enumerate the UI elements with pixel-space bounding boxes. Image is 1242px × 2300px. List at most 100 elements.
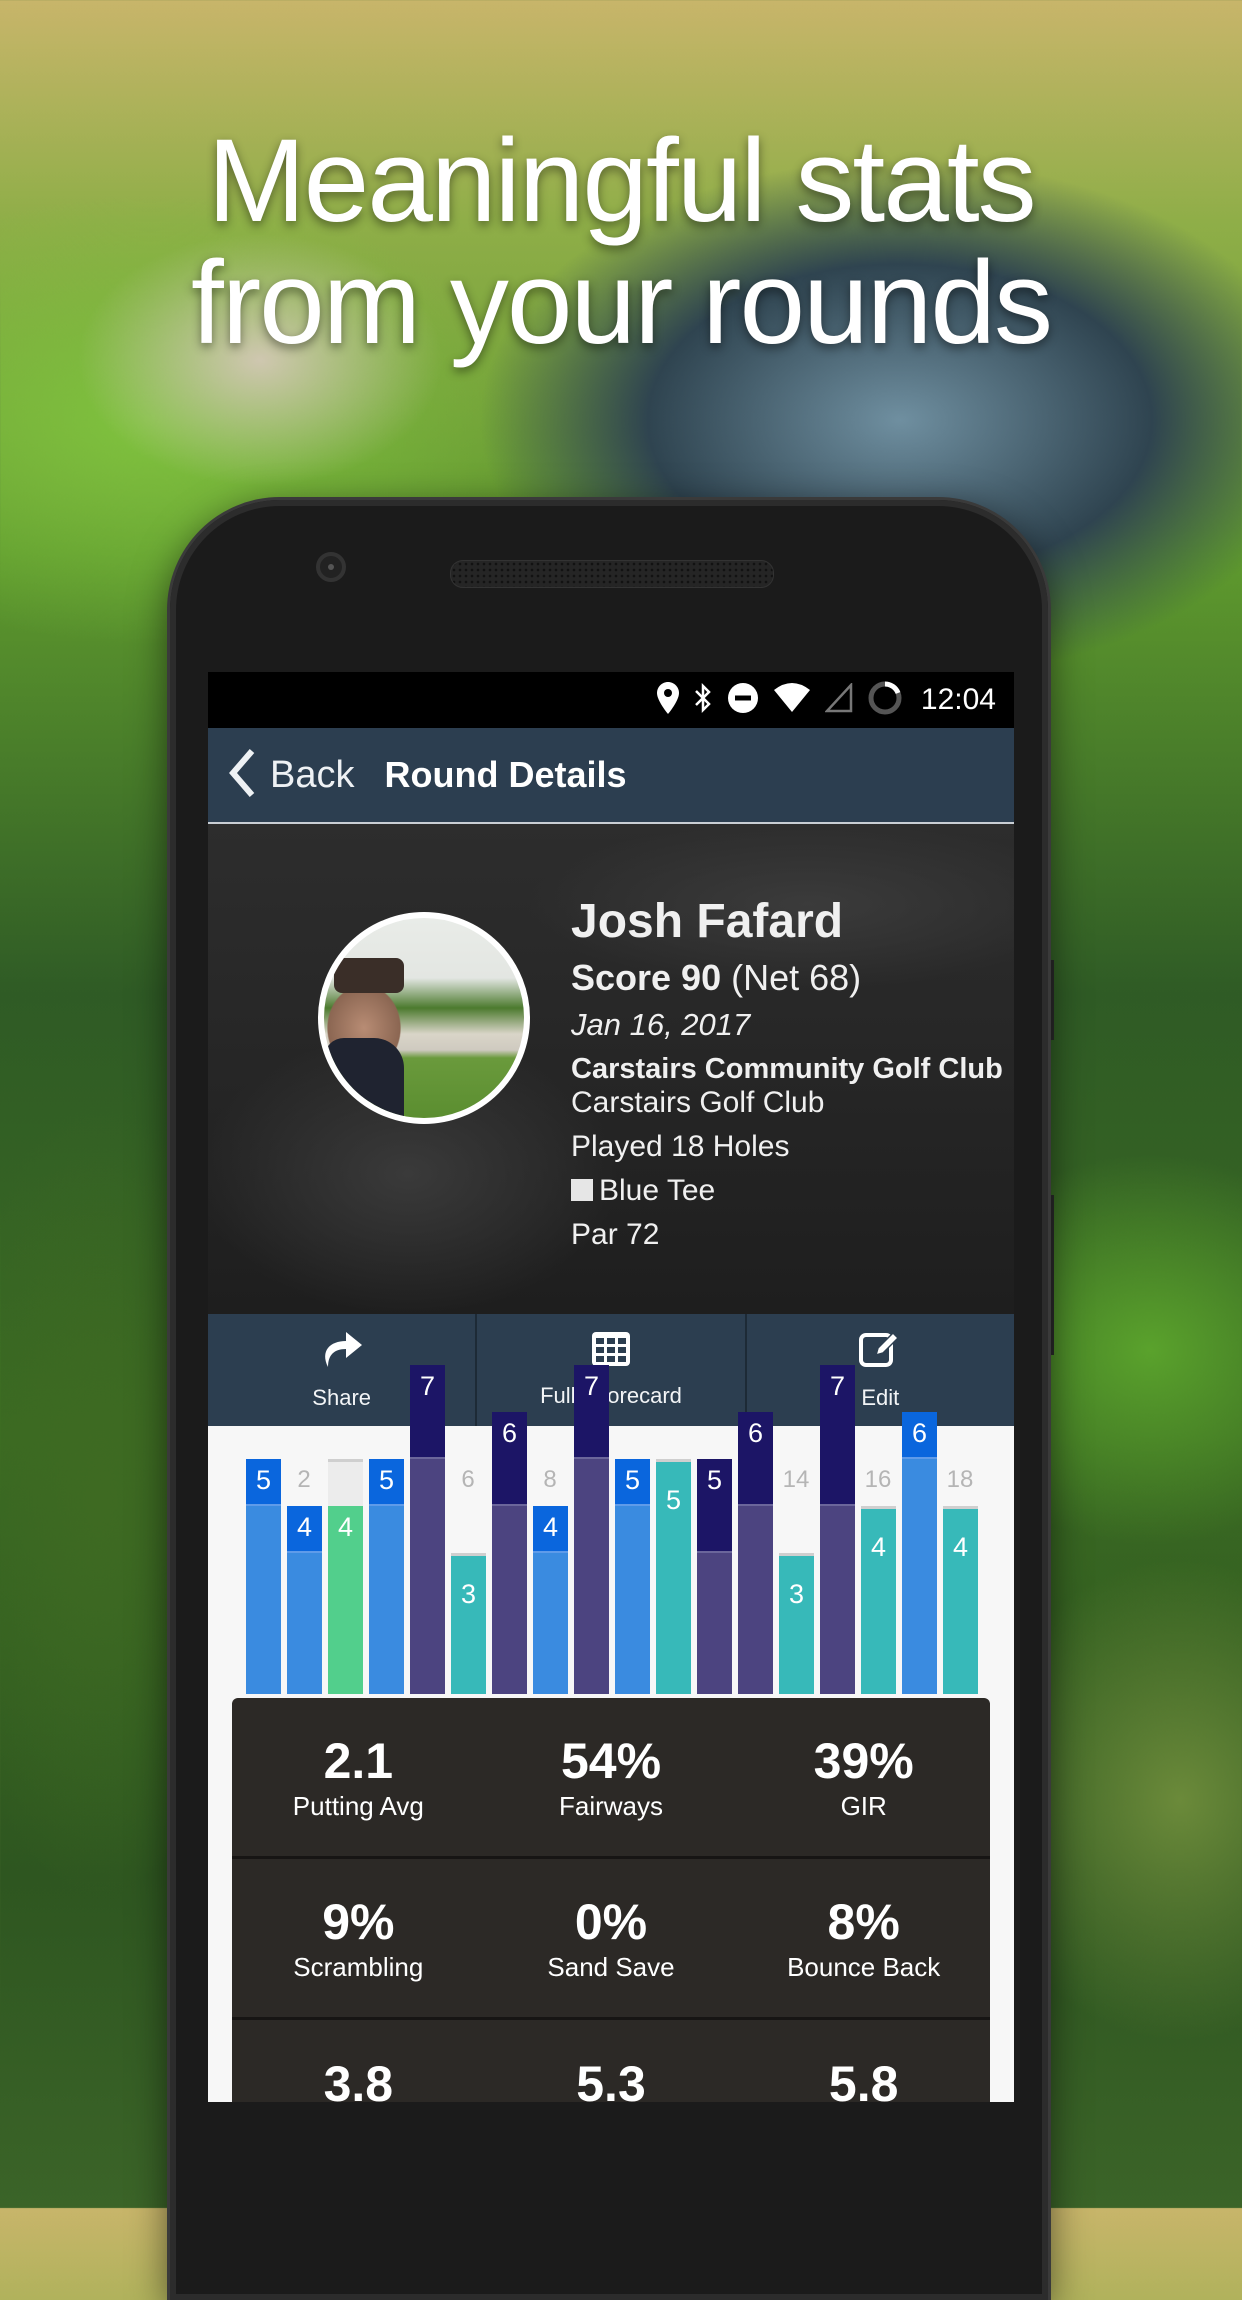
app-screen: 12:04 Back Round Details Josh Fafard Sco…: [208, 672, 1014, 2102]
holes-played: Played 18 Holes: [571, 1130, 790, 1163]
bar-par-line: [861, 1506, 896, 1509]
chevron-left-icon: [228, 748, 256, 803]
stat-tile[interactable]: 8% Bounce Back: [737, 1859, 990, 2017]
phone-volume-button: [1048, 1195, 1054, 1355]
earpiece-speaker: [450, 560, 774, 588]
tee-name: Blue Tee: [599, 1174, 716, 1207]
stat-label: Fairways: [559, 1790, 664, 1821]
bar-base-segment: [697, 1553, 732, 1694]
hole-score-bar[interactable]: 4: [328, 1459, 363, 1694]
bar-base-segment: [246, 1506, 281, 1694]
bar-base-segment: [410, 1459, 445, 1694]
bar-par-line: [943, 1506, 978, 1509]
hole-score-bar[interactable]: 4: [943, 1506, 978, 1694]
wifi-icon: [773, 682, 811, 719]
hole-number-label: 6: [461, 1466, 475, 1493]
bar-base-segment: [738, 1506, 773, 1694]
bar-base-segment: [820, 1506, 855, 1694]
hole-score-bar[interactable]: 3: [779, 1553, 814, 1694]
hole-score-label: 5: [624, 1465, 641, 1495]
hole-score-bar[interactable]: 6: [902, 1412, 937, 1694]
round-info: Josh Fafard Score 90 (Net 68) Jan 16, 20…: [571, 894, 1003, 1262]
stats-panel: 2.1 Putting Avg 54% Fairways 39% GIR 9% Scrambl…: [232, 1698, 990, 2102]
stat-tile[interactable]: 0% Sand Save: [485, 1859, 738, 2017]
avatar-photo-detail: [324, 1038, 404, 1118]
bar-base-segment: [451, 1553, 486, 1694]
action-bar: Share Full Scorecard Edit: [208, 1314, 1014, 1426]
do-not-disturb-icon: [727, 682, 759, 719]
bar-base-segment: [492, 1506, 527, 1694]
full-scorecard-button[interactable]: Full Scorecard: [477, 1314, 747, 1426]
back-button[interactable]: Back: [208, 748, 354, 803]
course-name: Carstairs Golf Club: [571, 1086, 825, 1119]
hole-score-label: 3: [460, 1579, 477, 1609]
stat-value: 3.8: [323, 2056, 394, 2102]
stat-tile[interactable]: 54% Fairways: [485, 1698, 738, 1856]
hole-score-bar[interactable]: 4: [861, 1506, 896, 1694]
hole-number-label: 2: [297, 1466, 311, 1493]
hole-number-label: 8: [543, 1466, 557, 1493]
hole-score-bar[interactable]: 5: [697, 1459, 732, 1694]
hero-line-2: from your rounds: [191, 237, 1053, 369]
hole-score-label: 7: [583, 1371, 600, 1401]
hole-score-label: 3: [788, 1579, 805, 1609]
bar-par-line: [656, 1459, 691, 1462]
bar-par-line: [779, 1553, 814, 1556]
stat-value: 0%: [574, 1893, 648, 1950]
stats-row: 3.8 5.3 5.8: [232, 2020, 990, 2102]
bluetooth-icon: [693, 682, 713, 719]
hole-score-bar[interactable]: 3: [451, 1553, 486, 1694]
hole-score-label: 7: [419, 1371, 436, 1401]
share-label: Share: [312, 1385, 372, 1410]
score-line: Score 90 (Net 68): [571, 957, 1003, 999]
back-label: Back: [270, 753, 355, 796]
player-name: Josh Fafard: [571, 895, 844, 948]
hole-score-label: 4: [542, 1512, 559, 1542]
score-by-hole-chart: 1524344557637684971051151251361431571641…: [208, 1365, 1014, 1696]
stat-label: Bounce Back: [787, 1951, 941, 1982]
full-scorecard-label: Full Scorecard: [540, 1383, 682, 1408]
stat-tile[interactable]: 3.8: [232, 2020, 485, 2102]
front-camera: [316, 552, 346, 582]
course-par: Par 72: [571, 1218, 660, 1251]
hole-score-bar[interactable]: 5: [615, 1459, 650, 1694]
hole-score-bar[interactable]: 7: [410, 1365, 445, 1694]
hole-score-bar[interactable]: 6: [738, 1412, 773, 1694]
status-time: 12:04: [920, 683, 996, 716]
hero-title: Meaningful stats from your rounds: [0, 120, 1242, 364]
page-title: Round Details: [384, 754, 627, 795]
battery-icon: [867, 680, 903, 721]
hole-score-bar[interactable]: 5: [369, 1459, 404, 1694]
signal-icon: [824, 681, 853, 718]
hole-score-bar[interactable]: 4: [287, 1506, 322, 1694]
hole-score-label: 6: [747, 1418, 764, 1448]
bar-base-segment: [779, 1553, 814, 1694]
location-icon: [656, 681, 679, 719]
hole-score-label: 4: [952, 1532, 969, 1562]
stat-tile[interactable]: 5.8: [737, 2020, 990, 2102]
hole-number-label: 18: [946, 1466, 974, 1493]
bar-under-par-gap: [328, 1459, 363, 1506]
stat-tile[interactable]: 5.3: [485, 2020, 738, 2102]
hole-score-bar[interactable]: 6: [492, 1412, 527, 1694]
stat-tile[interactable]: 2.1 Putting Avg: [232, 1698, 485, 1856]
stat-tile[interactable]: 39% GIR: [737, 1698, 990, 1856]
hole-score-bar[interactable]: 4: [533, 1506, 568, 1694]
stat-label: GIR: [840, 1790, 887, 1821]
stat-label: Putting Avg: [292, 1790, 424, 1821]
edit-button[interactable]: Edit: [747, 1314, 1014, 1426]
hole-score-label: 5: [665, 1485, 682, 1515]
hole-score-label: 6: [501, 1418, 518, 1448]
hole-score-label: 5: [255, 1465, 272, 1495]
hole-score-bar[interactable]: 5: [246, 1459, 281, 1694]
hole-score-bar[interactable]: 7: [820, 1365, 855, 1694]
hole-score-bar[interactable]: 5: [656, 1459, 691, 1694]
hole-score-bar[interactable]: 7: [574, 1365, 609, 1694]
bar-par-line: [451, 1553, 486, 1556]
avatar-photo-detail: [334, 958, 404, 993]
hole-number-label: 16: [864, 1466, 892, 1493]
stat-tile[interactable]: 9% Scrambling: [232, 1859, 485, 2017]
hole-number-label: 14: [782, 1466, 810, 1493]
share-icon: [320, 1329, 364, 1385]
stat-value: 54%: [560, 1732, 662, 1789]
